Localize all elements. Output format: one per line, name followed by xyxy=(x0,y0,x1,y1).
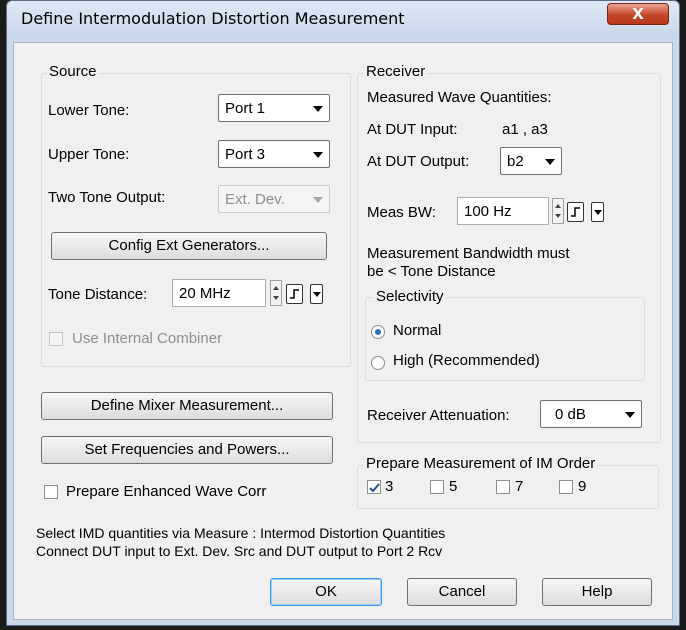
define-mixer-measurement-button[interactable]: Define Mixer Measurement... xyxy=(41,392,333,420)
receiver-legend: Receiver xyxy=(364,63,428,80)
close-icon: X xyxy=(632,5,644,23)
receiver-attenuation-label: Receiver Attenuation: xyxy=(367,407,510,424)
enhanced-wave-corr-label: Prepare Enhanced Wave Corr xyxy=(66,483,267,500)
lower-tone-label: Lower Tone: xyxy=(48,102,130,119)
chevron-down-icon xyxy=(313,197,323,203)
meas-bw-label: Meas BW: xyxy=(367,204,436,221)
footer-line1: Select IMD quantities via Measure : Inte… xyxy=(36,525,446,541)
im-order-9-checkbox[interactable] xyxy=(559,480,573,494)
chevron-down-icon xyxy=(313,152,323,158)
dialog-title: Define Intermodulation Distortion Measur… xyxy=(21,9,405,28)
source-legend: Source xyxy=(47,63,99,80)
two-tone-output-select[interactable]: Ext. Dev. xyxy=(218,185,330,213)
use-internal-combiner-label: Use Internal Combiner xyxy=(72,330,223,347)
spin-down-icon xyxy=(273,296,279,300)
im-order-legend: Prepare Measurement of IM Order xyxy=(364,455,598,472)
im-order-3-label: 3 xyxy=(385,478,394,495)
footer-line2: Connect DUT input to Ext. Dev. Src and D… xyxy=(36,543,443,559)
bandwidth-note-line2: be < Tone Distance xyxy=(367,263,496,280)
im-order-3-checkbox[interactable] xyxy=(367,480,381,494)
tone-distance-value: 20 MHz xyxy=(179,285,231,302)
title-bar[interactable]: Define Intermodulation Distortion Measur… xyxy=(6,0,680,36)
selectivity-high-label: High (Recommended) xyxy=(393,352,540,369)
ok-button[interactable]: OK xyxy=(270,578,382,606)
at-dut-input-value: a1 , a3 xyxy=(502,121,548,138)
selectivity-high-radio[interactable] xyxy=(371,356,385,370)
step-size-icon xyxy=(571,207,580,217)
im-order-7-label: 7 xyxy=(515,478,524,495)
chevron-down-icon xyxy=(313,106,323,112)
upper-tone-label: Upper Tone: xyxy=(48,146,130,163)
bandwidth-note-line1: Measurement Bandwidth must xyxy=(367,245,570,262)
spin-up-icon xyxy=(555,204,561,208)
selectivity-normal-label: Normal xyxy=(393,322,442,339)
tone-distance-step-dropdown[interactable] xyxy=(310,284,323,304)
meas-bw-spinner[interactable] xyxy=(552,198,564,224)
enhanced-wave-corr-checkbox[interactable] xyxy=(44,485,58,499)
help-button[interactable]: Help xyxy=(542,578,652,606)
spin-down-icon xyxy=(555,214,561,218)
cancel-button[interactable]: Cancel xyxy=(407,578,517,606)
chevron-down-icon xyxy=(594,210,602,215)
two-tone-output-label: Two Tone Output: xyxy=(48,189,166,206)
meas-bw-step-button[interactable] xyxy=(567,202,584,222)
selectivity-normal-radio[interactable] xyxy=(371,325,385,339)
checkmark-icon xyxy=(369,483,380,493)
tone-distance-input[interactable]: 20 MHz xyxy=(172,279,266,307)
at-dut-input-label: At DUT Input: xyxy=(367,121,458,138)
tone-distance-label: Tone Distance: xyxy=(48,286,148,303)
at-dut-output-select[interactable]: b2 xyxy=(500,147,562,175)
receiver-attenuation-select[interactable]: 0 dB xyxy=(540,400,642,428)
lower-tone-value: Port 1 xyxy=(225,100,266,117)
tone-distance-step-button[interactable] xyxy=(286,284,303,304)
step-size-icon xyxy=(290,289,299,299)
two-tone-output-value: Ext. Dev. xyxy=(225,191,285,208)
im-order-9-label: 9 xyxy=(578,478,587,495)
selectivity-legend: Selectivity xyxy=(374,288,446,305)
use-internal-combiner-checkbox[interactable] xyxy=(49,332,63,346)
at-dut-output-value: b2 xyxy=(507,153,524,170)
tone-distance-spinner[interactable] xyxy=(270,280,282,306)
meas-bw-value: 100 Hz xyxy=(464,203,512,220)
close-button[interactable]: X xyxy=(607,3,669,25)
im-order-5-checkbox[interactable] xyxy=(430,480,444,494)
meas-bw-step-dropdown[interactable] xyxy=(591,202,604,222)
dialog-window: Define Intermodulation Distortion Measur… xyxy=(0,0,686,630)
lower-tone-select[interactable]: Port 1 xyxy=(218,94,330,122)
chevron-down-icon xyxy=(545,159,555,165)
meas-bw-input[interactable]: 100 Hz xyxy=(457,197,549,225)
spin-up-icon xyxy=(273,286,279,290)
set-frequencies-and-powers-button[interactable]: Set Frequencies and Powers... xyxy=(41,436,333,464)
chevron-down-icon xyxy=(625,412,635,418)
dialog-body: Source Lower Tone: Port 1 Upper Tone: Po… xyxy=(13,42,673,620)
chevron-down-icon xyxy=(313,292,321,297)
measured-wave-quantities-label: Measured Wave Quantities: xyxy=(367,89,552,106)
im-order-7-checkbox[interactable] xyxy=(496,480,510,494)
config-ext-generators-button[interactable]: Config Ext Generators... xyxy=(51,232,327,260)
at-dut-output-label: At DUT Output: xyxy=(367,153,470,170)
radio-selected-dot xyxy=(375,329,381,335)
receiver-attenuation-value: 0 dB xyxy=(555,406,586,423)
upper-tone-select[interactable]: Port 3 xyxy=(218,140,330,168)
upper-tone-value: Port 3 xyxy=(225,146,266,163)
im-order-5-label: 5 xyxy=(449,478,458,495)
